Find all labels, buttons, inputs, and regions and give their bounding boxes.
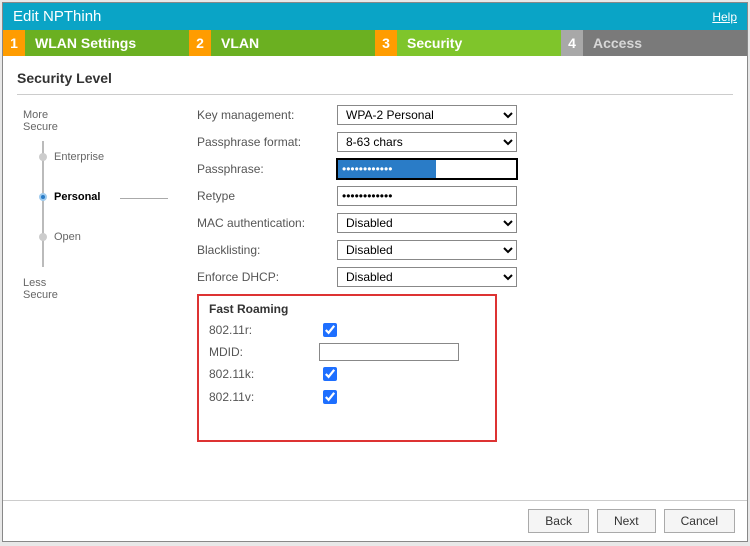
dot-icon <box>39 193 47 201</box>
fast-roaming-title: Fast Roaming <box>209 302 485 316</box>
dialog-body: Security Level More Secure Less Secure E… <box>3 56 747 500</box>
80211r-checkbox[interactable] <box>323 323 337 337</box>
row-passphrase: Passphrase: <box>197 159 733 179</box>
retype-input[interactable] <box>337 186 517 206</box>
dialog-footer: Back Next Cancel <box>3 500 747 541</box>
tab-number: 2 <box>189 30 211 56</box>
tab-access[interactable]: 4 Access <box>561 30 747 56</box>
tab-label: Security <box>397 30 561 56</box>
key-management-select[interactable]: WPA-2 Personal <box>337 105 517 125</box>
row-passphrase-format: Passphrase format: 8-63 chars <box>197 132 733 152</box>
help-link[interactable]: Help <box>712 10 737 24</box>
security-level-label: Open <box>54 231 81 243</box>
tab-label: Access <box>583 30 747 56</box>
security-level-label: Personal <box>54 191 100 203</box>
row-blacklisting: Blacklisting: Disabled <box>197 240 733 260</box>
row-retype: Retype <box>197 186 733 206</box>
mdid-label: MDID: <box>209 345 319 359</box>
back-button[interactable]: Back <box>528 509 589 533</box>
section-title: Security Level <box>17 70 733 86</box>
row-80211r: 802.11r: <box>209 320 485 340</box>
blacklisting-select[interactable]: Disabled <box>337 240 517 260</box>
row-mdid: MDID: <box>209 343 485 361</box>
mac-auth-label: MAC authentication: <box>197 216 337 230</box>
80211k-label: 802.11k: <box>209 367 319 381</box>
fast-roaming-box: Fast Roaming 802.11r: MDID: 802.11k: <box>197 294 497 442</box>
tab-vlan[interactable]: 2 VLAN <box>189 30 375 56</box>
mac-auth-select[interactable]: Disabled <box>337 213 517 233</box>
passphrase-format-label: Passphrase format: <box>197 135 337 149</box>
row-80211v: 802.11v: <box>209 387 485 407</box>
tab-number: 1 <box>3 30 25 56</box>
tab-label: WLAN Settings <box>25 30 189 56</box>
form-column: Key management: WPA-2 Personal Passphras… <box>197 105 733 442</box>
cancel-button[interactable]: Cancel <box>664 509 735 533</box>
tab-number: 4 <box>561 30 583 56</box>
passphrase-label: Passphrase: <box>197 162 337 176</box>
retype-label: Retype <box>197 189 337 203</box>
security-level-personal[interactable]: Personal <box>32 191 100 203</box>
key-management-label: Key management: <box>197 108 337 122</box>
security-level-enterprise[interactable]: Enterprise <box>32 151 104 163</box>
80211k-checkbox[interactable] <box>323 367 337 381</box>
security-level-label: Enterprise <box>54 151 104 163</box>
titlebar: Edit NPThinh Help <box>3 3 747 30</box>
80211v-label: 802.11v: <box>209 390 319 404</box>
80211r-label: 802.11r: <box>209 323 319 337</box>
tab-number: 3 <box>375 30 397 56</box>
tab-label: VLAN <box>211 30 375 56</box>
divider <box>17 94 733 95</box>
tab-security[interactable]: 3 Security <box>375 30 561 56</box>
mdid-input[interactable] <box>319 343 459 361</box>
row-enforce-dhcp: Enforce DHCP: Disabled <box>197 267 733 287</box>
security-level-column: More Secure Less Secure Enterprise Perso… <box>17 105 157 442</box>
security-level-open[interactable]: Open <box>32 231 81 243</box>
row-80211k: 802.11k: <box>209 364 485 384</box>
next-button[interactable]: Next <box>597 509 656 533</box>
passphrase-input[interactable] <box>337 159 517 179</box>
edit-dialog: Edit NPThinh Help 1 WLAN Settings 2 VLAN… <box>2 2 748 542</box>
passphrase-format-select[interactable]: 8-63 chars <box>337 132 517 152</box>
wizard-tabs: 1 WLAN Settings 2 VLAN 3 Security 4 Acce… <box>3 30 747 56</box>
less-secure-label: Less Secure <box>23 277 58 301</box>
tab-wlan-settings[interactable]: 1 WLAN Settings <box>3 30 189 56</box>
enforce-dhcp-select[interactable]: Disabled <box>337 267 517 287</box>
enforce-dhcp-label: Enforce DHCP: <box>197 270 337 284</box>
dot-icon <box>39 153 47 161</box>
dot-icon <box>39 233 47 241</box>
80211v-checkbox[interactable] <box>323 390 337 404</box>
row-key-management: Key management: WPA-2 Personal <box>197 105 733 125</box>
blacklisting-label: Blacklisting: <box>197 243 337 257</box>
more-secure-label: More Secure <box>23 109 58 133</box>
window-title: Edit NPThinh <box>13 8 101 25</box>
row-mac-auth: MAC authentication: Disabled <box>197 213 733 233</box>
